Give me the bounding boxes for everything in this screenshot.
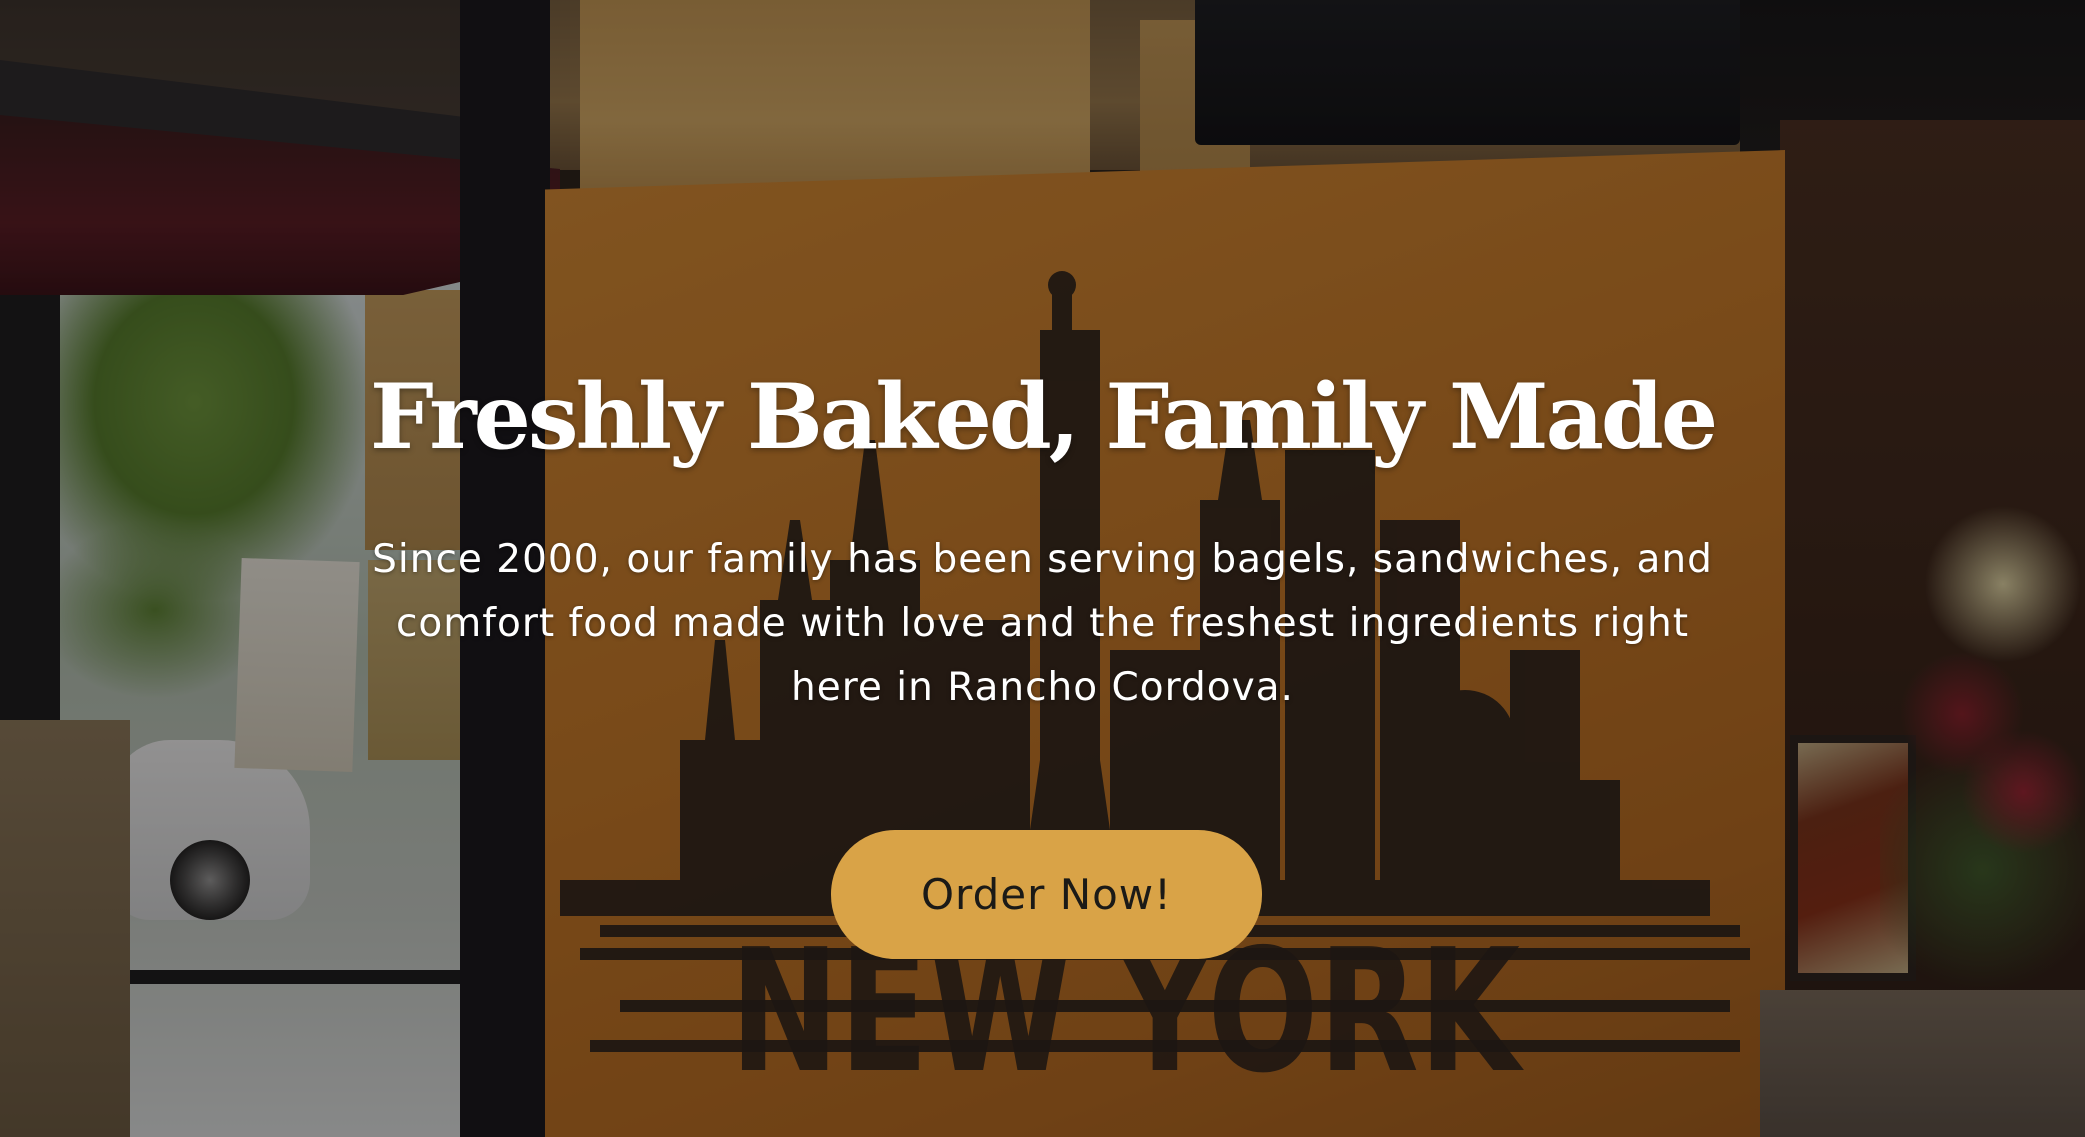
hero-subtitle: Since 2000, our family has been serving …: [372, 537, 1713, 710]
hero-title: Freshly Baked, Family Made: [369, 364, 1718, 470]
hero-section: NEW YORK Freshly Baked, Family Made Sinc…: [0, 0, 2085, 1137]
hero-content: Freshly Baked, Family Made Since 2000, o…: [0, 0, 2085, 1137]
order-now-button[interactable]: Order Now!: [831, 830, 1262, 959]
